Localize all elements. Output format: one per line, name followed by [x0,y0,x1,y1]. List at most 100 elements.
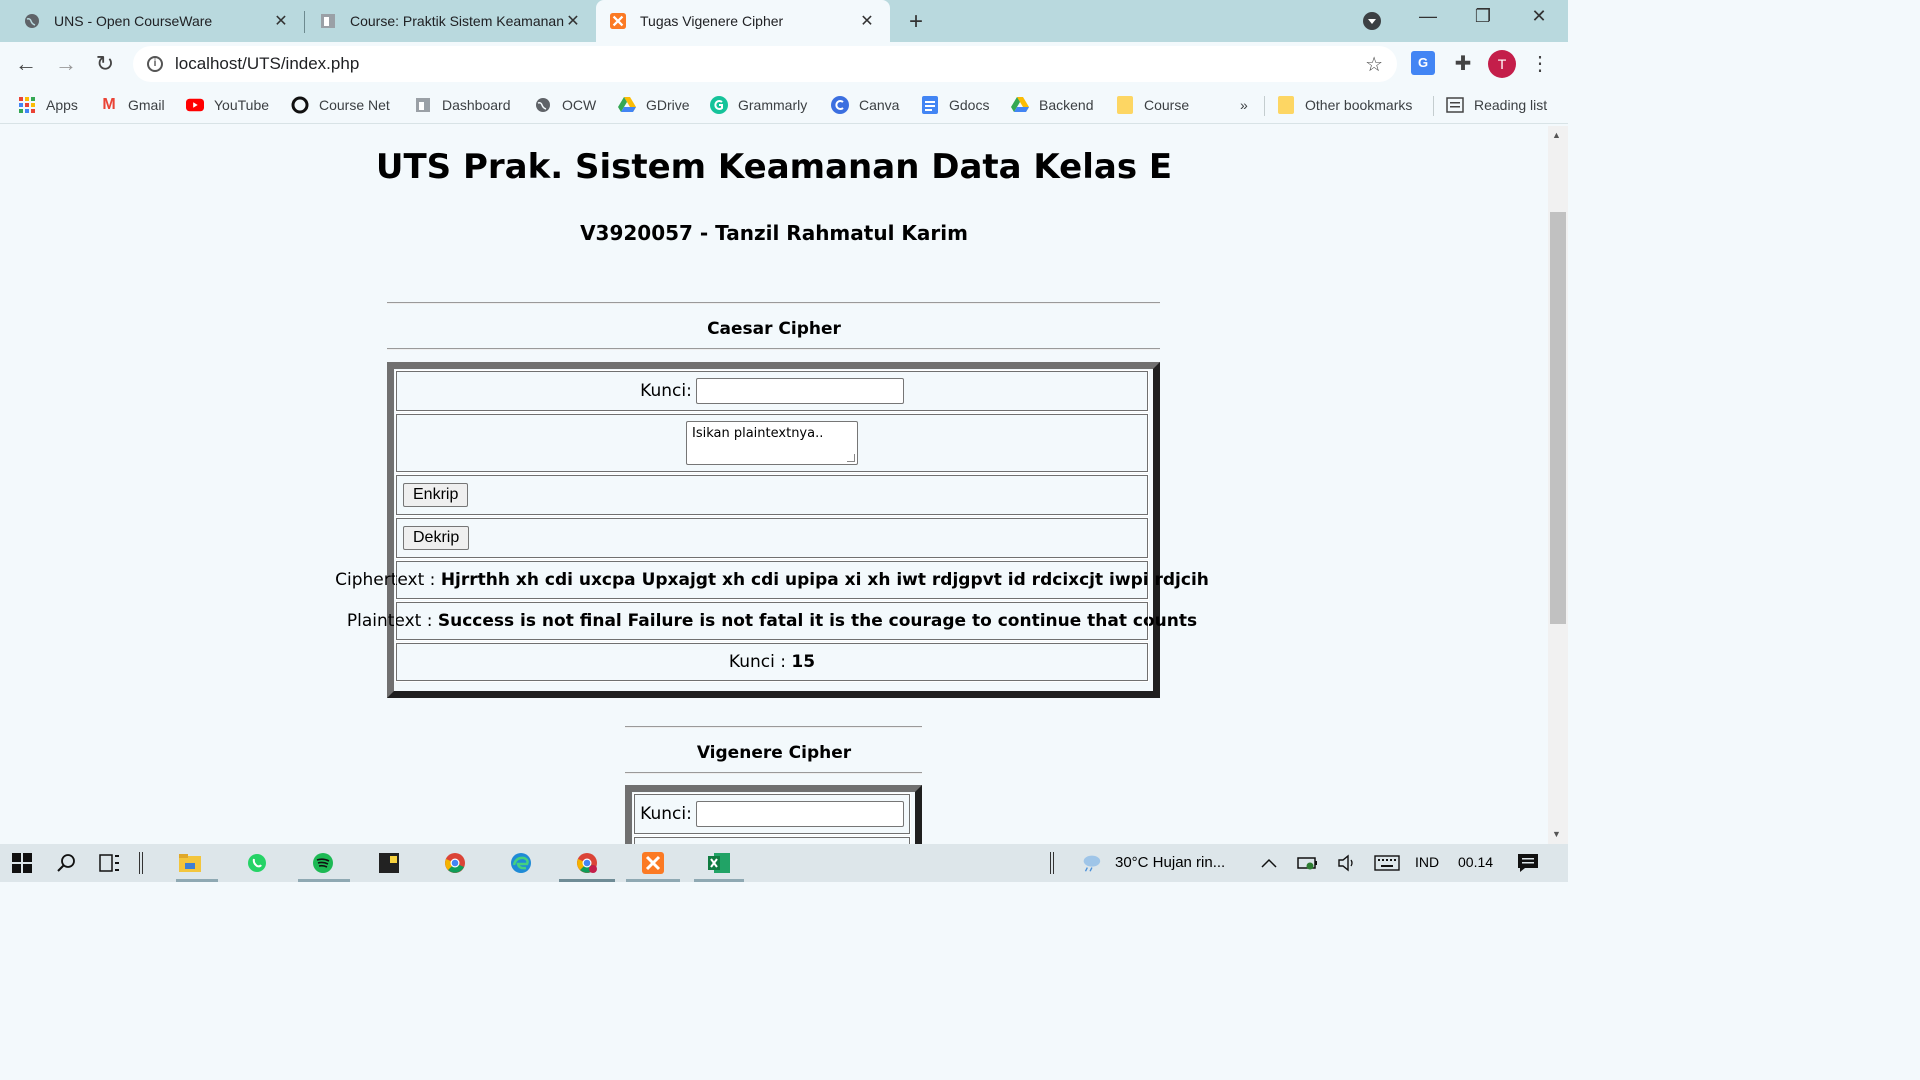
bookmark-canva[interactable]: Canva [831,94,899,116]
sticky-notes-icon[interactable] [378,852,400,874]
excel-icon[interactable] [708,852,730,874]
reading-list[interactable]: Reading list [1446,94,1547,116]
bookmark-label: GDrive [646,97,690,113]
gdrive-icon [1011,96,1029,114]
notification-center-icon[interactable] [1517,852,1539,874]
plaintext-textarea[interactable]: Isikan plaintextnya.. [686,421,858,465]
volume-icon[interactable] [1336,852,1358,874]
forward-arrow-icon[interactable]: → [52,50,80,78]
scroll-down-icon[interactable]: ▼ [1552,829,1561,839]
other-bookmarks[interactable]: Other bookmarks [1277,94,1412,116]
battery-icon[interactable] [1297,852,1319,874]
task-view-icon[interactable] [99,852,121,874]
minimize-icon[interactable]: — [1413,6,1443,27]
edge-icon[interactable] [510,852,532,874]
encrypt-button[interactable]: Enkrip [403,483,469,507]
window-close-icon[interactable]: ✕ [1524,6,1554,27]
reload-icon[interactable]: ↻ [91,50,119,78]
active-app-indicator [694,879,744,882]
bookmark-course-folder[interactable]: Course [1116,94,1189,116]
tab-vigenere[interactable]: Tugas Vigenere Cipher ✕ [596,0,890,42]
keyboard-icon[interactable] [1374,852,1400,874]
bookmarks-divider [1433,96,1434,116]
ciphertext-row: Ciphertext : Hjrrthh xh cdi uxcpa Upxajg… [335,560,1209,600]
bookmark-apps[interactable]: Apps [18,94,78,116]
menu-dots-icon[interactable]: ⋮ [1530,50,1550,78]
bookmark-star-icon[interactable]: ☆ [1365,52,1383,77]
xampp-icon[interactable] [642,852,664,874]
divider [387,348,1160,350]
bookmark-label: Canva [859,97,900,113]
chrome-icon[interactable] [444,852,466,874]
tab-search-icon[interactable] [1363,12,1381,30]
key-label: Kunci: [640,804,692,824]
bookmarks-bar: Apps M Gmail YouTube Course Net Dashboar… [0,86,1568,124]
gdrive-icon [618,96,636,114]
moodle-icon [320,13,336,29]
file-explorer-icon[interactable] [179,852,201,874]
close-icon[interactable]: ✕ [858,11,876,31]
divider [625,772,922,774]
page-content: UTS Prak. Sistem Keamanan Data Kelas E V… [0,125,1548,844]
weather-text[interactable]: 30°C Hujan rin... [1115,854,1225,871]
bookmark-label: Course Net [319,97,390,113]
plaintext-label: Plaintext : [346,611,433,631]
windows-start-icon[interactable] [11,852,33,874]
page-subtitle: V3920057 - Tanzil Rahmatul Karim [580,221,968,245]
vigenere-key-input[interactable] [695,801,904,827]
bookmark-ocw[interactable]: OCW [534,94,596,116]
tab-course[interactable]: Course: Praktik Sistem Keamanan ✕ [304,0,596,42]
active-app-indicator [626,879,680,882]
divider [625,726,922,728]
scroll-thumb[interactable] [1550,212,1566,624]
bookmark-gdocs[interactable]: Gdocs [921,94,989,116]
input-language[interactable]: IND [1415,854,1439,870]
whatsapp-icon[interactable] [246,852,268,874]
spotify-icon[interactable] [312,852,334,874]
clock-time[interactable]: 00.14 [1458,854,1493,870]
google-translate-icon[interactable]: G [1411,51,1435,75]
windows-taskbar: 30°C Hujan rin... IND 00.14 [0,844,1568,882]
bookmark-label: Apps [46,97,78,113]
search-icon[interactable] [56,852,78,874]
page-title: UTS Prak. Sistem Keamanan Data Kelas E [375,147,1173,187]
restore-icon[interactable]: ❐ [1468,6,1498,27]
decrypt-row: Dekrip [395,517,1149,559]
chevron-up-icon[interactable] [1258,852,1280,874]
back-arrow-icon[interactable]: ← [12,50,40,78]
vigenere-key-row: Kunci: [633,793,911,835]
close-icon[interactable]: ✕ [564,11,582,31]
bookmark-label: YouTube [214,97,270,113]
folder-icon [1116,96,1134,114]
new-tab-button[interactable]: + [903,8,929,36]
other-bookmarks-label: Other bookmarks [1305,97,1413,113]
bookmark-youtube[interactable]: YouTube [186,94,269,116]
decrypt-button[interactable]: Dekrip [403,526,470,550]
bookmark-course-net[interactable]: Course Net [291,94,390,116]
extensions-puzzle-icon[interactable]: ✚ [1451,51,1475,75]
tab-uns-ocw[interactable]: UNS - Open CourseWare ✕ [0,0,304,42]
caesar-table: Kunci: Isikan plaintextnya.. Enkrip Dekr… [335,362,1209,698]
profile-avatar[interactable]: T [1488,50,1516,78]
url-text: localhost/UTS/index.php [175,54,360,73]
info-icon[interactable]: i [147,56,163,72]
weather-rain-icon[interactable] [1080,852,1102,874]
bookmark-gdrive[interactable]: GDrive [618,94,690,116]
page-scrollbar[interactable]: ▲ ▼ [1548,126,1568,844]
tab-title: Tugas Vigenere Cipher [640,13,784,29]
caesar-heading: Caesar Cipher [707,319,841,339]
scroll-up-icon[interactable]: ▲ [1552,130,1561,140]
bookmark-grammarly[interactable]: Grammarly [710,94,807,116]
taskbar-gripper [137,852,145,874]
caesar-key-input[interactable] [695,378,904,404]
bookmark-dashboard[interactable]: Dashboard [414,94,511,116]
bookmark-backend[interactable]: Backend [1011,94,1093,116]
encrypt-row: Enkrip [395,474,1149,516]
close-icon[interactable]: ✕ [272,11,290,31]
chrome-profile-icon[interactable] [576,852,598,874]
bookmark-gmail[interactable]: M Gmail [100,94,164,116]
address-bar[interactable]: i localhost/UTS/index.php ☆ [133,46,1397,82]
folder-icon [1277,96,1295,114]
youtube-icon [186,96,204,114]
bookmarks-overflow-button[interactable]: » [1240,94,1248,116]
